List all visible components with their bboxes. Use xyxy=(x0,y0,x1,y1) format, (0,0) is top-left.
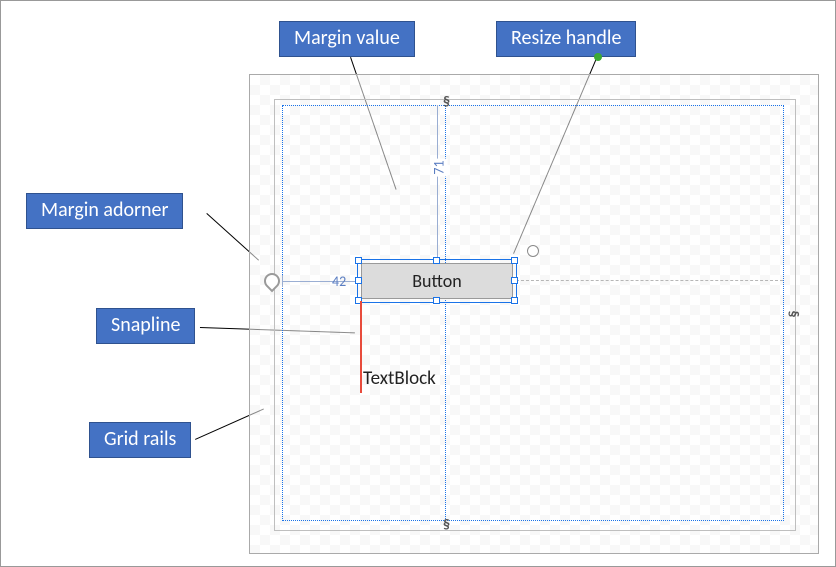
selection-handle[interactable] xyxy=(511,277,518,284)
grid-rail-grip-icon[interactable]: § xyxy=(785,311,802,318)
margin-line-top xyxy=(437,105,438,263)
designer-surface[interactable]: § § § 42 71 Button TextBlock xyxy=(249,74,819,554)
leader-line-endpoint-dot xyxy=(594,53,602,61)
selection-handle[interactable] xyxy=(355,257,362,264)
callout-resize-handle: Resize handle xyxy=(496,21,636,57)
grid-rail-grip-icon[interactable]: § xyxy=(443,516,450,533)
designer-button-element[interactable]: Button xyxy=(361,263,513,299)
callout-snapline: Snapline xyxy=(96,308,195,344)
resize-handle-icon[interactable] xyxy=(527,245,539,257)
selection-handle[interactable] xyxy=(511,257,518,264)
margin-stop xyxy=(282,275,283,287)
callout-margin-value: Margin value xyxy=(279,21,415,57)
selection-handle[interactable] xyxy=(433,297,440,304)
callout-margin-adorner: Margin adorner xyxy=(26,193,183,229)
snapline xyxy=(360,301,362,393)
grid-rails[interactable] xyxy=(282,105,784,521)
margin-value-left: 42 xyxy=(332,273,346,290)
grid-rail-grip-icon[interactable]: § xyxy=(443,93,450,110)
callout-grid-rails: Grid rails xyxy=(89,422,191,458)
margin-value-top: 71 xyxy=(431,158,448,176)
alignment-guide xyxy=(516,280,783,281)
selection-handle[interactable] xyxy=(511,297,518,304)
selection-handle[interactable] xyxy=(355,277,362,284)
designer-textblock-element[interactable]: TextBlock xyxy=(363,367,436,390)
margin-line-left xyxy=(282,281,361,282)
selection-handle[interactable] xyxy=(433,257,440,264)
